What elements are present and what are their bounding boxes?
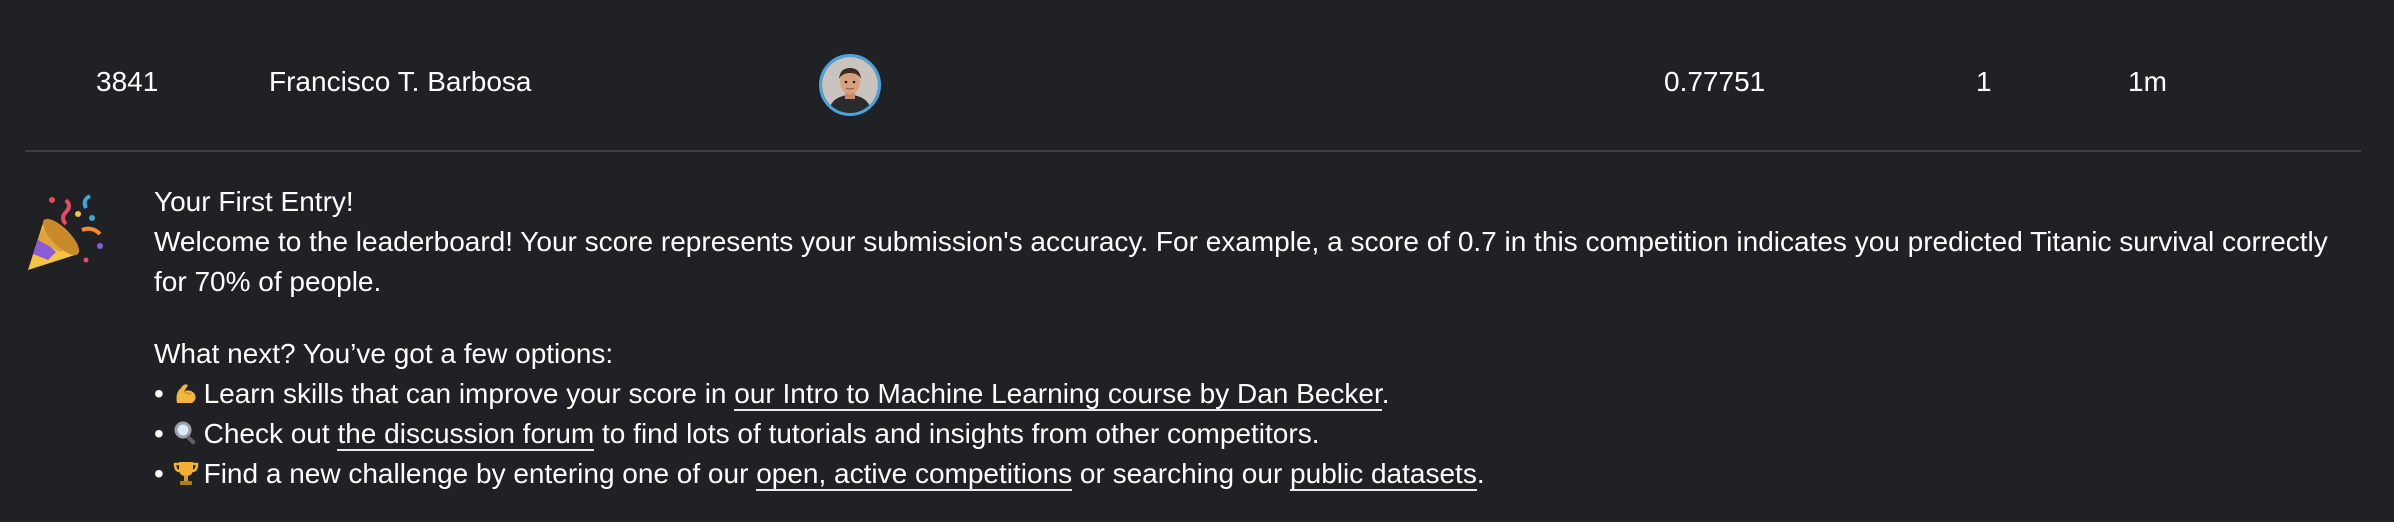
bullet: • <box>154 418 164 449</box>
bullet: • <box>154 378 164 409</box>
user-avatar[interactable] <box>819 54 881 116</box>
option-text: Learn skills that can improve your score… <box>203 378 735 409</box>
last-submission-cell: 1m <box>2128 66 2167 97</box>
intro-ml-course-link[interactable]: our Intro to Machine Learning course by … <box>734 378 1382 411</box>
welcome-text: Welcome to the leaderboard! Your score r… <box>154 226 2328 297</box>
option-item-challenge: • Find a new challenge by entering one o… <box>154 458 1485 491</box>
entries-cell: 1 <box>1976 66 1992 97</box>
public-datasets-link[interactable]: public datasets <box>1290 458 1477 491</box>
option-item-forum: • Check out the discussion forum to find… <box>154 418 1320 451</box>
next-heading: What next? You’ve got a few options: <box>154 338 614 369</box>
active-competitions-link[interactable]: open, active competitions <box>756 458 1073 491</box>
rank-cell: 3841 <box>96 66 159 97</box>
option-item-course: • Learn skills that can improve your sco… <box>154 378 1390 411</box>
party-popper-icon <box>22 190 108 276</box>
discussion-forum-link[interactable]: the discussion forum <box>337 418 595 451</box>
flexed-biceps-icon <box>172 378 200 406</box>
row-divider <box>25 150 2361 152</box>
bullet: • <box>154 458 164 489</box>
team-name-cell[interactable]: Francisco T. Barbosa <box>269 62 532 102</box>
magnifying-glass-icon <box>172 418 200 446</box>
option-text: Find a new challenge by entering one of … <box>203 458 757 489</box>
score-cell: 0.77751 <box>1664 66 1766 97</box>
option-text: Check out <box>203 418 338 449</box>
trophy-icon <box>172 458 200 486</box>
leaderboard-row: 3841 Francisco T. Barbosa 0.77751 1 1m <box>0 0 2394 150</box>
first-entry-title: Your First Entry! <box>154 186 354 217</box>
first-entry-message: Your First Entry! Welcome to the leaderb… <box>154 182 2334 494</box>
